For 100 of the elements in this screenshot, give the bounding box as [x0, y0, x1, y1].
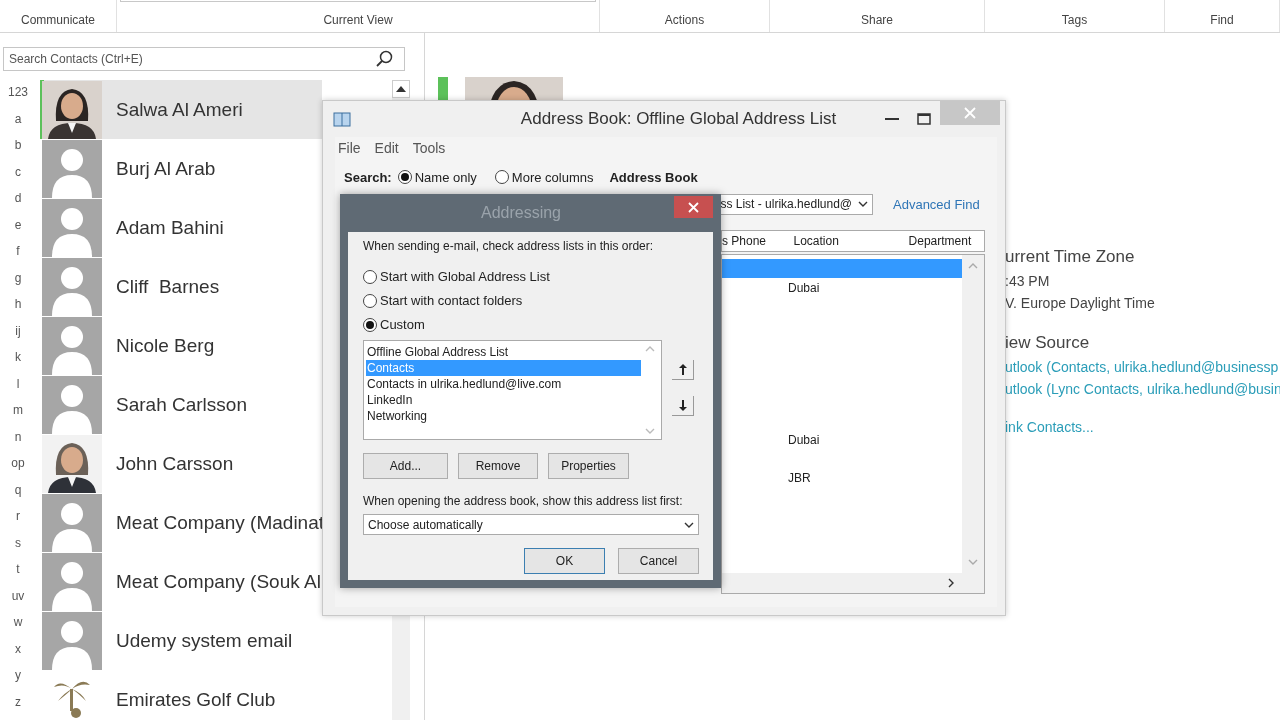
- column-header[interactable]: Location: [789, 234, 909, 248]
- dialog-button[interactable]: Remove: [458, 453, 538, 479]
- contact-item[interactable]: Burj Al Arab: [40, 139, 322, 198]
- search-mode-radio[interactable]: More columns: [494, 169, 594, 185]
- ribbon-group-label: Actions: [664, 13, 705, 27]
- minimize-icon: [885, 117, 899, 121]
- startup-list-select[interactable]: Choose automatically: [363, 514, 699, 535]
- table-cell: JBR: [788, 470, 811, 485]
- avatar-icon: [42, 257, 102, 316]
- window-title: Address Book: Offline Global Address List: [519, 109, 838, 129]
- close-button[interactable]: [674, 196, 713, 218]
- index-letter[interactable]: b: [14, 137, 22, 164]
- contact-item[interactable]: Nicole Berg: [40, 316, 322, 375]
- scroll-up-button[interactable]: [392, 80, 410, 98]
- contact-item[interactable]: Emirates Golf Club: [40, 670, 322, 720]
- index-letter[interactable]: x: [15, 640, 21, 667]
- avatar-icon: [42, 493, 102, 552]
- scroll-down-icon: [968, 557, 978, 567]
- avatar-icon: [42, 611, 102, 670]
- search-mode-radio[interactable]: Name only: [397, 169, 477, 185]
- index-letter[interactable]: a: [14, 110, 22, 137]
- contact-item[interactable]: Sarah Carlsson: [40, 375, 322, 434]
- index-letter[interactable]: e: [14, 216, 22, 243]
- scroll-up-icon: [968, 261, 978, 271]
- scroll-right-icon: [946, 578, 956, 588]
- index-letter[interactable]: c: [15, 163, 21, 190]
- address-list-item[interactable]: Networking: [366, 408, 641, 424]
- contact-item[interactable]: Meat Company (Madinat: [40, 493, 322, 552]
- ribbon-group-label: Tags: [1061, 13, 1088, 27]
- order-option-radio[interactable]: Start with Global Address List: [363, 269, 713, 284]
- index-letter[interactable]: uv: [11, 587, 25, 614]
- cancel-button[interactable]: Cancel: [618, 548, 699, 574]
- order-option-radio[interactable]: Custom: [363, 317, 713, 332]
- time-zone-text: V. Europe Daylight Time: [1005, 295, 1156, 311]
- avatar-icon: [42, 552, 102, 611]
- menu-item[interactable]: Edit: [374, 140, 399, 156]
- ribbon-group-label: Communicate: [21, 13, 95, 27]
- index-letter[interactable]: g: [14, 269, 22, 296]
- close-icon: [688, 201, 699, 213]
- index-letter[interactable]: d: [14, 190, 22, 217]
- index-letter[interactable]: l: [16, 375, 20, 402]
- ribbon-group-label: Current View: [323, 13, 393, 27]
- scroll-up-icon[interactable]: [396, 86, 406, 92]
- address-book-label: Address Book: [609, 169, 698, 185]
- contact-item[interactable]: Salwa Al Ameri: [40, 80, 322, 139]
- contact-item[interactable]: Adam Bahini: [40, 198, 322, 257]
- search-icon: [375, 50, 393, 68]
- section-heading: iew Source: [1005, 333, 1091, 353]
- index-letter[interactable]: h: [14, 296, 22, 323]
- index-letter[interactable]: y: [15, 667, 21, 694]
- arrow-down-icon: [678, 400, 687, 411]
- ribbon-group-label: Share: [861, 13, 893, 27]
- table-row[interactable]: Dubai: [722, 430, 962, 449]
- index-letter[interactable]: r: [16, 508, 20, 535]
- contact-item[interactable]: Udemy system email: [40, 611, 322, 670]
- ok-button[interactable]: OK: [524, 548, 605, 574]
- index-letter[interactable]: w: [13, 614, 23, 641]
- index-letter[interactable]: t: [16, 561, 20, 588]
- address-list-item[interactable]: Contacts in ulrika.hedlund@live.com: [366, 376, 641, 392]
- index-letter[interactable]: n: [14, 428, 22, 455]
- order-option-radio[interactable]: Start with contact folders: [363, 293, 713, 308]
- contact-item[interactable]: John Carsson: [40, 434, 322, 493]
- index-letter[interactable]: op: [11, 455, 25, 482]
- menu-item[interactable]: File: [338, 140, 361, 156]
- index-letter[interactable]: s: [15, 534, 21, 561]
- contact-item[interactable]: Meat Company (Souk Al: [40, 552, 322, 611]
- time-text: :43 PM: [1005, 273, 1051, 289]
- index-letter[interactable]: q: [14, 481, 22, 508]
- column-header[interactable]: Department: [908, 234, 984, 248]
- index-letter[interactable]: 123: [8, 84, 28, 111]
- search-field[interactable]: Search Contacts (Ctrl+E): [3, 47, 405, 71]
- search-label: Search:: [344, 169, 392, 185]
- table-cell: Dubai: [788, 280, 820, 295]
- maximize-icon: [917, 113, 931, 125]
- index-letter[interactable]: k: [15, 349, 21, 376]
- advanced-find-link[interactable]: Advanced Find: [893, 196, 980, 212]
- contact-item[interactable]: Cliff Barnes: [40, 257, 322, 316]
- move-up-button[interactable]: [672, 360, 694, 380]
- dialog-button[interactable]: Add...: [363, 453, 448, 479]
- table-row[interactable]: JBR: [722, 468, 962, 487]
- table-row[interactable]: Dubai: [722, 278, 962, 297]
- ribbon-group-label: Find: [1210, 13, 1234, 27]
- index-letter[interactable]: f: [16, 243, 20, 270]
- dialog-title: Addressing: [479, 204, 562, 222]
- address-list-item[interactable]: Offline Global Address List: [366, 344, 641, 360]
- index-letter[interactable]: z: [15, 693, 21, 720]
- scroll-up-icon: [645, 344, 655, 354]
- address-list-box[interactable]: Offline Global Address List Contacts Contacts in ulrika.hedlund@live.com LinkedIn Networking: [363, 340, 662, 440]
- avatar-icon: [42, 375, 102, 434]
- menu-item[interactable]: Tools: [412, 140, 446, 156]
- address-list-item[interactable]: LinkedIn: [366, 392, 641, 408]
- scroll-down-icon: [645, 426, 655, 436]
- avatar-icon: [42, 198, 102, 257]
- dialog-button[interactable]: Properties: [548, 453, 629, 479]
- move-down-button[interactable]: [672, 396, 694, 416]
- index-letter[interactable]: m: [13, 402, 23, 429]
- table-cell: Dubai: [788, 432, 820, 447]
- column-header[interactable]: s Phone: [722, 234, 790, 248]
- book-icon: [333, 111, 351, 127]
- index-letter[interactable]: ij: [15, 322, 21, 349]
